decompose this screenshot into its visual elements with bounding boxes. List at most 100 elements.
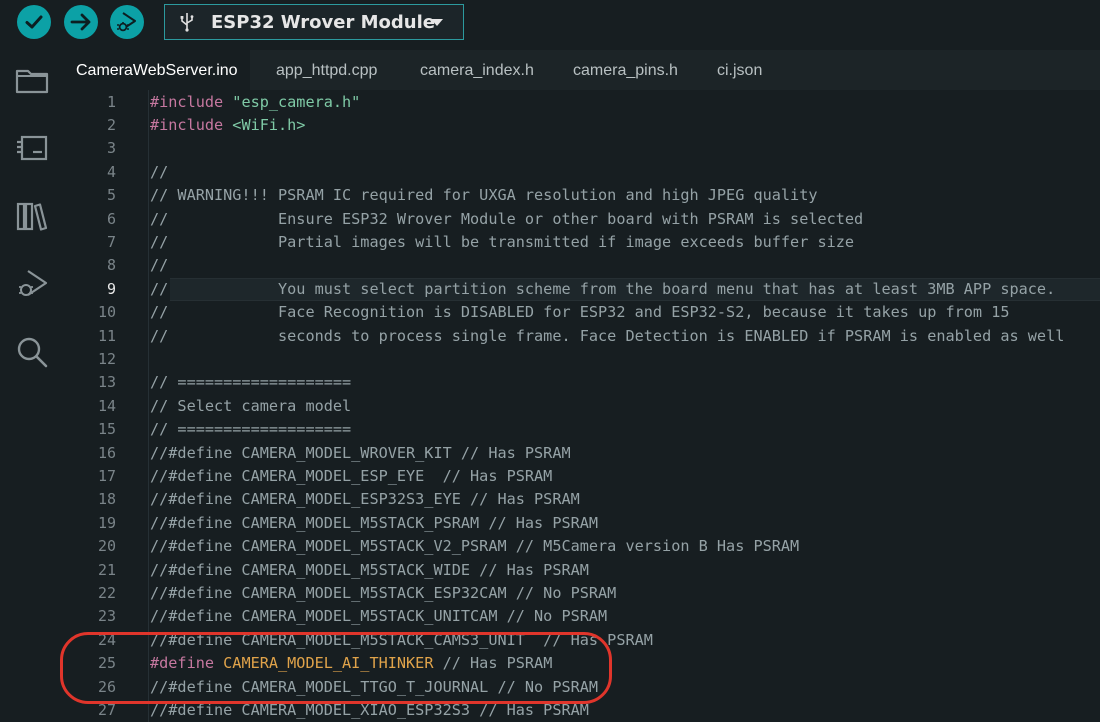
code-line[interactable]: //#define CAMERA_MODEL_TTGO_T_JOURNAL //… (150, 676, 1100, 699)
folder-icon[interactable] (14, 62, 50, 98)
board-manager-icon[interactable] (14, 130, 50, 166)
tab-label: app_httpd.cpp (276, 62, 378, 79)
code-line[interactable]: // Select camera model (150, 395, 1100, 418)
code-token: // (150, 256, 169, 275)
tab-bar: CameraWebServer.ino app_httpd.cpp camera… (64, 50, 1100, 91)
tab-app-httpd-cpp[interactable]: app_httpd.cpp (264, 50, 389, 90)
line-number: 7 (106, 232, 116, 251)
code-token: //#define CAMERA_MODEL_TTGO_T_JOURNAL //… (150, 677, 599, 696)
code-line[interactable]: //#define CAMERA_MODEL_M5STACK_V2_PSRAM … (150, 535, 1100, 558)
search-icon[interactable] (14, 334, 50, 370)
code-token: //#define CAMERA_MODEL_XIAO_ESP32S3 // H… (150, 700, 589, 719)
code-line[interactable]: // Face Recognition is DISABLED for ESP3… (150, 301, 1100, 324)
library-icon[interactable] (14, 198, 50, 234)
tab-label: camera_index.h (420, 62, 534, 79)
code-line[interactable]: // =================== (150, 418, 1100, 441)
tab-camera-index-h[interactable]: camera_index.h (408, 50, 546, 90)
line-number: 17 (97, 466, 116, 485)
code-line[interactable]: //#define CAMERA_MODEL_M5STACK_PSRAM // … (150, 512, 1100, 535)
sidebar (0, 50, 64, 722)
code-line[interactable]: //#define CAMERA_MODEL_M5STACK_ESP32CAM … (150, 582, 1100, 605)
toolbar: ESP32 Wrover Module (0, 0, 1100, 50)
code-line[interactable]: //#define CAMERA_MODEL_WROVER_KIT // Has… (150, 442, 1100, 465)
line-number: 27 (97, 700, 116, 719)
line-number: 8 (106, 256, 116, 275)
line-number: 6 (106, 209, 116, 228)
code-line[interactable]: // (150, 161, 1100, 184)
code-line[interactable]: //#define CAMERA_MODEL_M5STACK_CAMS3_UNI… (150, 629, 1100, 652)
line-number: 1 (106, 92, 116, 111)
code-token: #include (150, 92, 233, 111)
line-number: 24 (97, 630, 116, 649)
code-line[interactable]: //#define CAMERA_MODEL_ESP_EYE // Has PS… (150, 465, 1100, 488)
line-number: 20 (97, 537, 116, 556)
code-line[interactable]: // seconds to process single frame. Face… (150, 325, 1100, 348)
debug-icon (117, 12, 136, 32)
check-icon (25, 15, 43, 29)
code-line[interactable]: //#define CAMERA_MODEL_XIAO_ESP32S3 // H… (150, 699, 1100, 722)
code-token: //#define CAMERA_MODEL_M5STACK_PSRAM // … (150, 513, 599, 532)
code-line[interactable]: // WARNING!!! PSRAM IC required for UXGA… (150, 184, 1100, 207)
line-number: 21 (97, 560, 116, 579)
indent-guide (148, 90, 149, 722)
line-number: 23 (97, 607, 116, 626)
code-line[interactable]: // You must select partition scheme from… (150, 278, 1100, 301)
debug-button[interactable] (110, 5, 144, 39)
line-number: 16 (97, 443, 116, 462)
code-token: // =================== (150, 373, 352, 392)
line-number: 2 (106, 115, 116, 134)
debug-run-icon[interactable] (14, 266, 50, 302)
line-number: 13 (97, 373, 116, 392)
code-line[interactable]: #define CAMERA_MODEL_AI_THINKER // Has P… (150, 652, 1100, 675)
tab-label: camera_pins.h (573, 62, 678, 79)
tab-label: CameraWebServer.ino (76, 62, 238, 79)
tab-ci-json[interactable]: ci.json (705, 50, 774, 90)
tab-camera-pins-h[interactable]: camera_pins.h (561, 50, 690, 90)
code-token: // Ensure ESP32 Wrover Module or other b… (150, 209, 864, 228)
usb-icon (180, 13, 194, 32)
code-line[interactable]: //#define CAMERA_MODEL_M5STACK_UNITCAM /… (150, 605, 1100, 628)
code-token: //#define CAMERA_MODEL_M5STACK_UNITCAM /… (150, 607, 608, 626)
verify-button[interactable] (17, 5, 51, 39)
line-number: 12 (97, 349, 116, 368)
line-number: 25 (97, 654, 116, 673)
line-number: 11 (97, 326, 116, 345)
code-token: // Partial images will be transmitted if… (150, 232, 855, 251)
line-number: 14 (97, 396, 116, 415)
board-selector[interactable]: ESP32 Wrover Module (164, 4, 464, 40)
line-number: 18 (97, 490, 116, 509)
line-number: 26 (97, 677, 116, 696)
line-number: 3 (106, 139, 116, 158)
code-token: //#define CAMERA_MODEL_WROVER_KIT // Has… (150, 443, 571, 462)
tab-camerawebserver-ino[interactable]: CameraWebServer.ino (64, 50, 250, 90)
code-line[interactable]: // Ensure ESP32 Wrover Module or other b… (150, 208, 1100, 231)
upload-button[interactable] (64, 5, 98, 39)
code-editor[interactable]: 1 #include "esp_camera.h" 2 #include <WiFi.… (64, 90, 1100, 722)
line-number: 5 (106, 186, 116, 205)
code-line[interactable] (150, 137, 1100, 160)
tab-label: ci.json (717, 62, 763, 79)
code-line[interactable]: // Partial images will be transmitted if… (150, 231, 1100, 254)
code-line[interactable]: //#define CAMERA_MODEL_ESP32S3_EYE // Ha… (150, 488, 1100, 511)
code-token: //#define CAMERA_MODEL_M5STACK_ESP32CAM … (150, 583, 617, 602)
code-token: // You must select partition scheme from… (150, 279, 1056, 298)
caret-down-icon[interactable] (431, 19, 443, 27)
code-token: #include (150, 115, 233, 134)
line-number: 22 (97, 583, 116, 602)
code-token: //#define CAMERA_MODEL_ESP32S3_EYE // Ha… (150, 490, 580, 509)
code-line[interactable]: // =================== (150, 371, 1100, 394)
code-token: // WARNING!!! PSRAM IC required for UXGA… (150, 186, 818, 205)
code-line[interactable]: #include "esp_camera.h" (150, 91, 1100, 114)
code-token: //#define CAMERA_MODEL_M5STACK_CAMS3_UNI… (150, 630, 653, 649)
code-token: // =================== (150, 420, 352, 439)
code-line[interactable]: //#define CAMERA_MODEL_M5STACK_WIDE // H… (150, 559, 1100, 582)
code-token: // seconds to process single frame. Face… (150, 326, 1065, 345)
arrow-right-icon (70, 13, 91, 31)
code-line[interactable]: #include <WiFi.h> (150, 114, 1100, 137)
line-number: 10 (97, 303, 116, 322)
code-token: // Select camera model (150, 396, 352, 415)
code-line[interactable]: // (150, 254, 1100, 277)
code-token: // (150, 162, 169, 181)
code-token: //#define CAMERA_MODEL_M5STACK_WIDE // H… (150, 560, 589, 579)
code-line[interactable] (150, 348, 1100, 371)
